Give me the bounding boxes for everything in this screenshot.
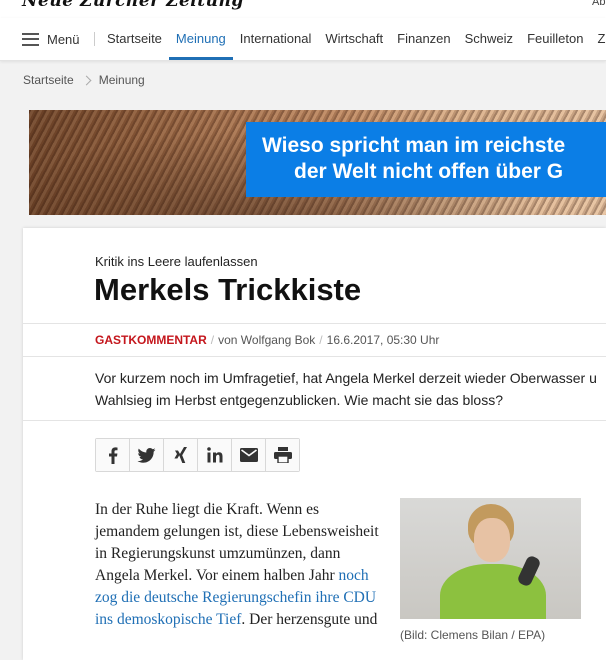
breadcrumb-meinung[interactable]: Meinung <box>99 73 145 87</box>
nav-item-finanzen[interactable]: Finanzen <box>390 18 457 60</box>
nav-item-startseite[interactable]: Startseite <box>100 18 169 60</box>
nzz-logo[interactable]: Neue Zürcher Zeitung <box>22 0 244 11</box>
article-title: Merkels Trickkiste <box>94 272 362 307</box>
article-lead: Vor kurzem noch im Umfragetief, hat Ange… <box>95 367 606 411</box>
nav-item-international[interactable]: International <box>233 18 319 60</box>
banner-line-1: Wieso spricht man im reichste <box>262 134 566 157</box>
body-text: . Der herzensgute und <box>241 611 378 628</box>
category-label[interactable]: GASTKOMMENTAR <box>95 333 207 347</box>
ad-banner[interactable]: Wieso spricht man im reichste der Welt n… <box>29 110 606 215</box>
article-kicker: Kritik ins Leere laufenlassen <box>95 254 258 269</box>
nav-item-meinung[interactable]: Meinung <box>168 18 233 60</box>
breadcrumb: Startseite Meinung <box>23 73 145 87</box>
divider <box>23 323 606 324</box>
account-link[interactable]: Ab <box>592 0 605 8</box>
facebook-icon[interactable] <box>96 439 130 471</box>
lead-line-1: Vor kurzem noch im Umfragetief, hat Ange… <box>95 370 597 386</box>
merkel-photo[interactable] <box>400 498 581 619</box>
print-icon[interactable] <box>266 439 299 471</box>
nav-item-zuerich[interactable]: Züri <box>590 18 606 60</box>
chevron-right-icon <box>81 75 92 85</box>
hamburger-icon <box>22 32 39 46</box>
banner-line-2: der Welt nicht offen über G <box>294 160 564 183</box>
nav-items: Startseite Meinung International Wirtsch… <box>100 18 606 60</box>
nav-item-schweiz[interactable]: Schweiz <box>458 18 520 60</box>
nav-divider <box>94 32 95 46</box>
divider <box>23 420 606 421</box>
breadcrumb-startseite[interactable]: Startseite <box>23 73 74 87</box>
menu-button[interactable]: Menü <box>22 31 80 47</box>
image-caption: (Bild: Clemens Bilan / EPA) <box>400 628 546 642</box>
xing-icon[interactable] <box>164 439 198 471</box>
article-meta: GASTKOMMENTAR / von Wolfgang Bok/16.6.2017… <box>95 333 440 347</box>
linkedin-icon[interactable] <box>198 439 232 471</box>
publish-date: 16.6.2017, 05:30 Uhr <box>326 333 440 347</box>
top-bar: Neue Zürcher Zeitung Ab <box>0 0 606 18</box>
share-bar <box>95 438 300 472</box>
body-text: In der Ruhe liegt die Kraft. Wenn es jem… <box>95 501 379 584</box>
main-navigation: Menü Startseite Meinung International Wi… <box>0 18 606 61</box>
article-card: Kritik ins Leere laufenlassen Merkels Tr… <box>23 228 606 660</box>
article-body: In der Ruhe liegt die Kraft. Wenn es jem… <box>95 499 380 631</box>
nav-item-feuilleton[interactable]: Feuilleton <box>520 18 590 60</box>
mail-icon[interactable] <box>232 439 266 471</box>
banner-text-box: Wieso spricht man im reichste der Welt n… <box>246 122 606 197</box>
lead-line-2: Wahlsieg im Herbst entgegenzublicken. Wi… <box>95 392 504 408</box>
twitter-icon[interactable] <box>130 439 164 471</box>
author[interactable]: von Wolfgang Bok <box>218 333 315 347</box>
nav-item-wirtschaft[interactable]: Wirtschaft <box>318 18 390 60</box>
divider <box>23 356 606 357</box>
menu-label: Menü <box>47 31 80 47</box>
